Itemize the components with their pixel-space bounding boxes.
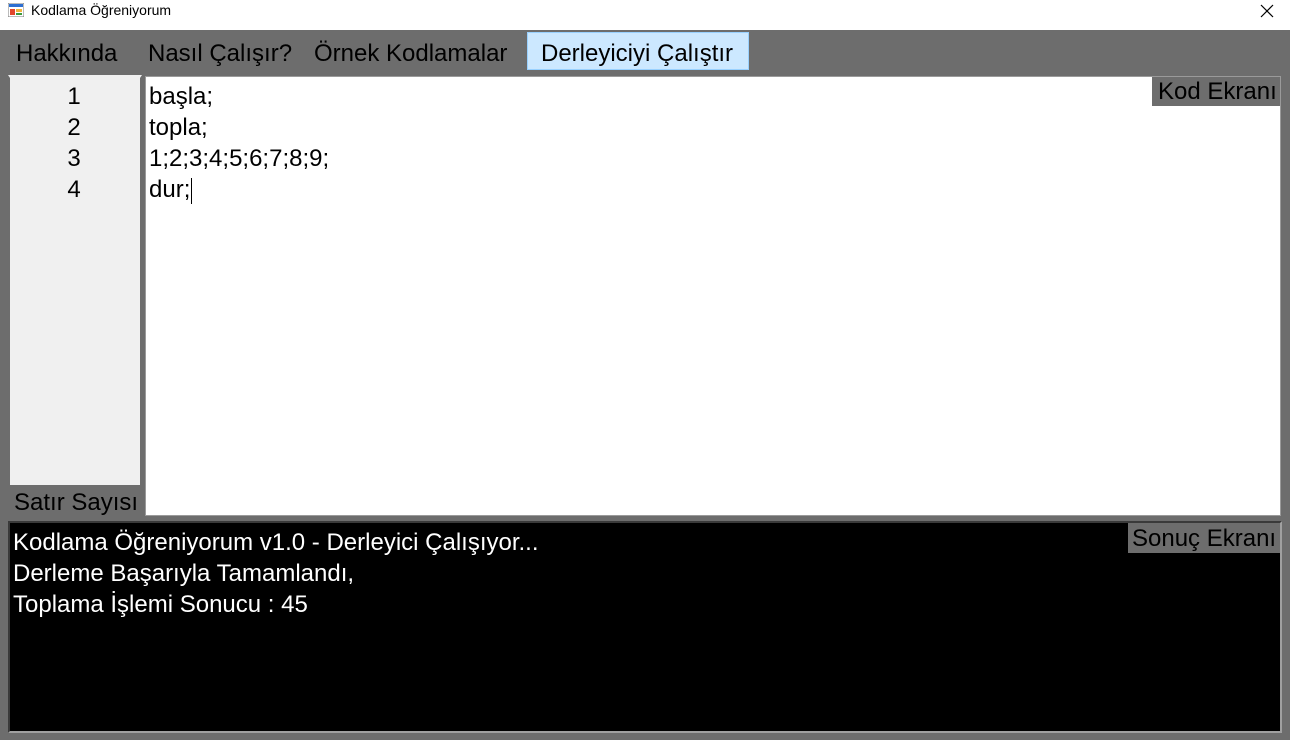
result-line: Toplama İşlemi Sonucu : 45 (13, 591, 308, 618)
menu-item-ornek-kodlamalar[interactable]: Örnek Kodlamalar (306, 32, 520, 70)
code-editor[interactable]: başla; topla; 1;2;3;4;5;6;7;8;9; dur; Ko… (145, 76, 1281, 516)
close-icon (1260, 4, 1274, 18)
line-number: 2 (67, 114, 81, 141)
text-caret (191, 177, 193, 204)
line-number: 4 (67, 176, 81, 203)
result-line: Derleme Başarıyla Tamamlandı, (13, 560, 355, 587)
line-number: 3 (67, 145, 81, 172)
menu-item-derleyiciyi-calistir[interactable]: Derleyiciyi Çalıştır (527, 32, 749, 70)
code-line-with-caret: dur; (149, 175, 193, 205)
line-number-panel: 1 2 3 4 (8, 75, 142, 487)
code-line: dur; (149, 176, 191, 203)
code-line: 1;2;3;4;5;6;7;8;9; (149, 145, 330, 172)
menu-item-hakkinda[interactable]: Hakkında (8, 32, 134, 70)
close-button[interactable] (1244, 0, 1290, 22)
title-bar: Kodlama Öğreniyorum (0, 0, 1290, 30)
menu-bar: Hakkında Nasıl Çalışır? Örnek Kodlamalar… (0, 30, 1290, 72)
app-icon (7, 2, 25, 18)
result-line: Kodlama Öğreniyorum v1.0 - Derleyici Çal… (13, 529, 539, 556)
menu-item-nasil-calisir[interactable]: Nasıl Çalışır? (140, 32, 300, 70)
code-line: topla; (149, 114, 208, 141)
code-screen-label: Kod Ekranı (1152, 77, 1280, 106)
result-screen[interactable]: Kodlama Öğreniyorum v1.0 - Derleyici Çal… (8, 521, 1282, 733)
line-count-label: Satır Sayısı (14, 489, 139, 516)
window-title: Kodlama Öğreniyorum (31, 2, 172, 18)
code-line: başla; (149, 83, 214, 110)
result-screen-label: Sonuç Ekranı (1128, 523, 1280, 553)
line-number: 1 (67, 83, 81, 110)
